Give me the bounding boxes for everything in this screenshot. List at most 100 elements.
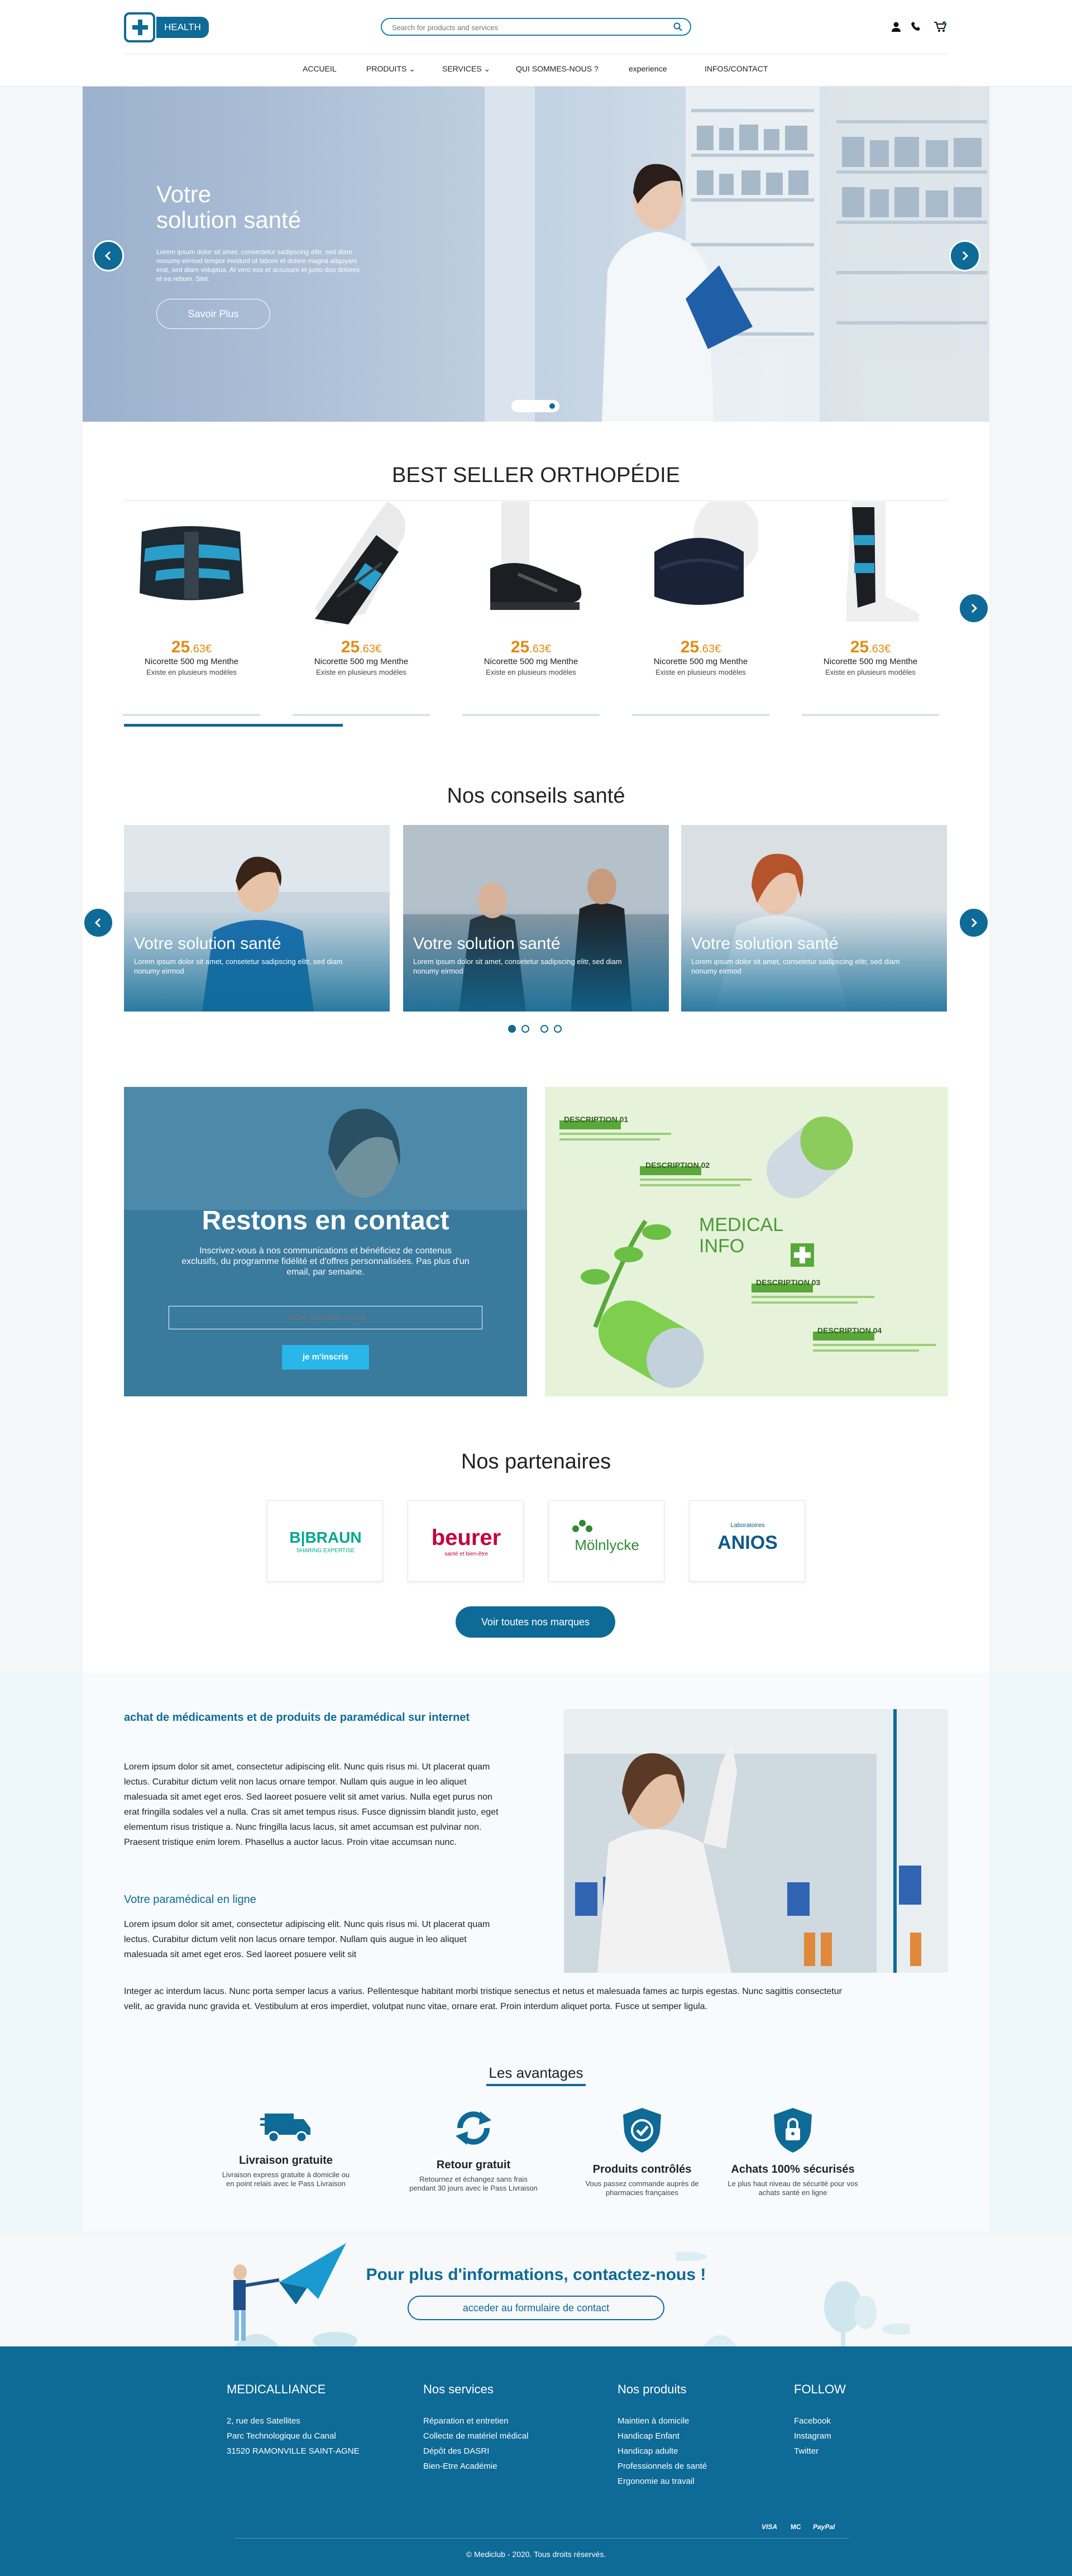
- nav-item-experience[interactable]: experience: [629, 64, 667, 73]
- conseil-card[interactable]: Votre solution santé Lorem ipsum dolor s…: [681, 825, 947, 1012]
- footer-social-facebook[interactable]: Facebook: [794, 2413, 846, 2429]
- cta-title: Pour plus d'informations, contactez-nous…: [366, 2265, 706, 2284]
- site-logo[interactable]: HEALTH: [124, 12, 210, 42]
- footer-link[interactable]: Ergonomie au travail: [618, 2474, 707, 2489]
- hero-title-line2: solution santé: [156, 207, 302, 233]
- product-variants: Existe en plusieurs modèles: [486, 668, 576, 676]
- partner-logo-beurer[interactable]: beurer santé et bien-être: [408, 1500, 524, 1582]
- footer-link[interactable]: Handicap Enfant: [618, 2429, 707, 2444]
- divider: [124, 500, 948, 501]
- search-bar: [381, 18, 691, 36]
- footer-col-company: MEDICALLIANCE 2, rue des Satellites Parc…: [227, 2382, 360, 2459]
- product-underline: [293, 714, 430, 716]
- mastercard-icon: MC: [791, 2523, 801, 2531]
- partner-tagline: santé et bien-être: [444, 1551, 488, 1557]
- nav-item-qui-sommes-nous[interactable]: QUI SOMMES-NOUS ?: [516, 64, 599, 73]
- nav-item-services[interactable]: SERVICES ⌄: [442, 64, 490, 74]
- footer-link[interactable]: Dépôt des DASRI: [423, 2444, 528, 2459]
- search-icon[interactable]: [673, 22, 682, 31]
- nav-item-produits-label: PRODUITS: [366, 64, 407, 73]
- product-underline: [123, 714, 260, 716]
- advantage-item: Livraison gratuite Livraison express gra…: [219, 2106, 353, 2188]
- conseils-prev-button[interactable]: [83, 907, 114, 938]
- search-input[interactable]: [392, 22, 660, 33]
- hero-prev-button[interactable]: [93, 240, 124, 271]
- product-name: Nicorette 500 mg Menthe: [823, 657, 918, 666]
- product-price: 25.63€: [462, 638, 600, 657]
- chevron-right-icon: [962, 251, 969, 261]
- savoir-plus-button[interactable]: Savoir Plus: [156, 299, 270, 329]
- advantage-title: Livraison gratuite: [239, 2154, 333, 2167]
- refresh-icon: [456, 2111, 491, 2145]
- hero-next-button[interactable]: [949, 240, 980, 271]
- hero-text: Lorem ipsum dolor sit amet, consectetur …: [156, 248, 360, 283]
- lumbar-belt-image: [140, 526, 243, 600]
- contact-form-button[interactable]: acceder au formulaire de contact: [408, 2296, 664, 2320]
- nav-item-infos-contact[interactable]: INFOS/CONTACT: [705, 64, 768, 73]
- partner-tagline: SHARING EXPERTISE: [296, 1548, 355, 1554]
- footer-link[interactable]: Collecte de matériel médical: [423, 2429, 528, 2444]
- carousel-dot[interactable]: [521, 1025, 529, 1033]
- partner-name: beurer: [431, 1525, 501, 1550]
- partner-logo-anios[interactable]: Laboratoires ANIOS: [689, 1500, 805, 1582]
- footer-link[interactable]: Professionnels de santé: [618, 2459, 707, 2474]
- conseils-next-button[interactable]: [958, 907, 989, 938]
- product-card[interactable]: 25.63€ Nicorette 500 mg Menthe Existe en…: [462, 502, 600, 722]
- nurse-image: [124, 825, 390, 1012]
- newsletter-title: Restons en contact: [202, 1206, 449, 1235]
- about-subheading: Votre paramédical en ligne: [124, 1893, 256, 1906]
- product-card[interactable]: 25.63€ Nicorette 500 mg Menthe Existe en…: [632, 502, 769, 722]
- all-brands-button[interactable]: Voir toutes nos marques: [456, 1606, 615, 1638]
- hero-title: Votre solution santé: [156, 182, 301, 233]
- partner-name: B|BRAUN: [289, 1529, 362, 1546]
- phone-icon[interactable]: [911, 21, 923, 34]
- truck-icon: [260, 2114, 310, 2143]
- partner-logo-molnlycke[interactable]: Mölnlycke: [548, 1500, 664, 1582]
- product-card[interactable]: 25.63€ Nicorette 500 mg Menthe Existe en…: [123, 502, 260, 722]
- about-paragraph-1: Lorem ipsum dolor sit amet, consectetur …: [124, 1762, 499, 1847]
- about-paragraph-3: Integer ac interdum lacus. Nunc porta se…: [124, 1987, 842, 2011]
- hero-pagination: [511, 400, 559, 412]
- partner-logo-bbraun[interactable]: B|BRAUN SHARING EXPERTISE: [267, 1500, 383, 1582]
- advantage-item: Retour gratuit Retournez et échangez san…: [406, 2106, 540, 2193]
- nav-item-produits[interactable]: PRODUITS ⌄: [366, 64, 415, 74]
- lock-icon: [774, 2108, 812, 2153]
- footer-social-twitter[interactable]: Twitter: [794, 2444, 846, 2459]
- site-header: HEALTH ACCUEIL PRODUITS ⌄ SERVICES ⌄ QUI…: [0, 0, 1072, 87]
- partner-name: ANIOS: [717, 1532, 778, 1553]
- conseil-card-title: Votre solution santé: [413, 934, 561, 953]
- product-price: 25.63€: [293, 638, 430, 657]
- product-price: 25.63€: [123, 638, 260, 657]
- chevron-right-icon: [971, 918, 978, 928]
- main-nav: ACCUEIL PRODUITS ⌄ SERVICES ⌄ QUI SOMMES…: [124, 54, 948, 87]
- carousel-dot[interactable]: [554, 1025, 562, 1033]
- advantage-text: Retournez et échangez sans frais pendant…: [409, 2175, 538, 2192]
- footer-link[interactable]: Réparation et entretien: [423, 2413, 528, 2429]
- footer-link[interactable]: Bien-Etre Académie: [423, 2459, 528, 2474]
- product-card[interactable]: 25.63€ Nicorette 500 mg Menthe Existe en…: [293, 502, 430, 722]
- conseil-card[interactable]: Votre solution santé Lorem ipsum dolor s…: [403, 825, 669, 1012]
- subscribe-button[interactable]: je m'inscris: [282, 1345, 369, 1370]
- nav-item-accueil[interactable]: ACCUEIL: [303, 64, 337, 73]
- product-underline: [462, 714, 600, 716]
- avantages-title: Les avantages: [486, 2064, 586, 2086]
- carousel-dot-active[interactable]: [508, 1025, 516, 1033]
- footer-link[interactable]: Handicap adulte: [618, 2444, 707, 2459]
- footer-link[interactable]: Maintien à domicile: [618, 2413, 707, 2429]
- products-next-button[interactable]: [958, 593, 989, 624]
- product-variants: Existe en plusieurs modèles: [316, 668, 406, 676]
- footer-col-follow: FOLLOW Facebook Instagram Twitter: [794, 2382, 846, 2459]
- user-icon[interactable]: [891, 21, 903, 34]
- medical-info-title-line1: MEDICAL: [699, 1214, 784, 1235]
- carousel-dot[interactable]: [540, 1025, 548, 1033]
- patient-image: [681, 825, 947, 1012]
- footer-social-instagram[interactable]: Instagram: [794, 2429, 846, 2444]
- product-underline: [802, 714, 939, 716]
- product-card[interactable]: 25.63€ Nicorette 500 mg Menthe Existe en…: [802, 502, 939, 722]
- conseil-card[interactable]: Votre solution santé Lorem ipsum dolor s…: [124, 825, 390, 1012]
- cart-icon[interactable]: [934, 21, 947, 34]
- partner-name: Mölnlycke: [575, 1537, 639, 1553]
- chevron-right-icon: [971, 603, 978, 613]
- hero-active-dot[interactable]: [549, 403, 555, 409]
- newsletter-email-input[interactable]: [169, 1306, 482, 1329]
